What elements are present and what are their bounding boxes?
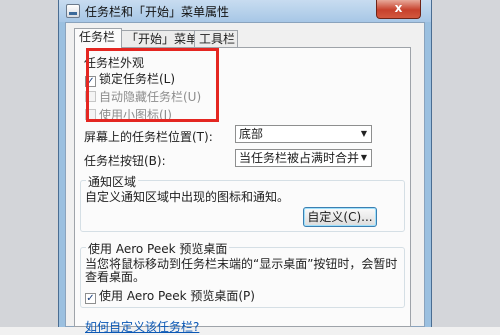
small-icons-label: 使用小图标(I) (99, 108, 172, 122)
tab-taskbar[interactable]: 任务栏 (74, 28, 122, 49)
customize-button[interactable]: 自定义(C)... (303, 207, 377, 227)
aero-peek-heading: 使用 Aero Peek 预览桌面 (86, 240, 230, 257)
aero-peek-group: 使用 Aero Peek 预览桌面 当您将鼠标移动到任务栏末端的“显示桌面”按钮… (80, 240, 405, 308)
aero-peek-description-line2: 查看桌面。 (85, 270, 146, 284)
lock-taskbar-label: 锁定任务栏(L) (99, 72, 176, 86)
notification-area-heading: 通知区域 (86, 173, 139, 190)
title-bar[interactable]: 任务栏和「开始」菜单属性 x (59, 0, 431, 22)
aero-peek-description-line1: 当您将鼠标移动到任务栏末端的“显示桌面”按钮时，会暂时 (85, 257, 398, 271)
aero-peek-label: 使用 Aero Peek 预览桌面(P) (99, 289, 255, 303)
taskbar-buttons-label: 任务栏按钮(B): (84, 154, 166, 168)
chevron-down-icon: ▼ (360, 129, 367, 138)
aero-peek-option[interactable]: ✓ 使用 Aero Peek 预览桌面(P) (85, 287, 255, 304)
taskbar-buttons-select[interactable]: 当任务栏被占满时合并 ▼ (235, 149, 372, 167)
auto-hide-checkbox (85, 91, 96, 102)
taskbar-buttons-value: 当任务栏被占满时合并 (239, 151, 360, 165)
auto-hide-option: 自动隐藏任务栏(U) (85, 88, 202, 104)
taskbar-position-select[interactable]: 底部 ▼ (235, 125, 372, 143)
chevron-down-icon: ▼ (360, 153, 367, 162)
notification-area-group: 通知区域 自定义通知区域中出现的图标和通知。 自定义(C)... (80, 173, 405, 232)
dialog-client-area: 任务栏 「开始」菜单 工具栏 任务栏外观 ✓ 锁定任务栏(L) 自动隐藏任务栏(U… (65, 22, 425, 334)
close-icon: x (394, 1, 403, 15)
taskbar-position-value: 底部 (239, 127, 264, 141)
small-icons-checkbox (85, 109, 96, 120)
window-title: 任务栏和「开始」菜单属性 (85, 5, 230, 19)
properties-dialog: 任务栏和「开始」菜单属性 x 任务栏 「开始」菜单 工具栏 任务栏外观 ✓ 锁定任… (58, 0, 432, 334)
background-right (432, 0, 500, 327)
tab-toolbars[interactable]: 工具栏 (194, 30, 238, 47)
auto-hide-label: 自动隐藏任务栏(U) (99, 90, 202, 104)
background-left (0, 0, 58, 327)
tab-start-menu[interactable]: 「开始」菜单 (121, 30, 198, 47)
taskbar-position-label: 屏幕上的任务栏位置(T): (84, 130, 213, 144)
small-icons-option: 使用小图标(I) (85, 106, 172, 122)
lock-taskbar-option[interactable]: ✓ 锁定任务栏(L) (85, 70, 176, 87)
lock-taskbar-checkbox[interactable]: ✓ (85, 76, 96, 87)
aero-peek-checkbox[interactable]: ✓ (85, 293, 96, 304)
notification-description: 自定义通知区域中出现的图标和通知。 (85, 190, 290, 204)
appearance-heading: 任务栏外观 (84, 56, 145, 70)
taskbar-app-icon (66, 4, 80, 18)
taskbar-tab-panel: 任务栏外观 ✓ 锁定任务栏(L) 自动隐藏任务栏(U) 使用小图标(I) 屏幕上的… (74, 47, 411, 334)
close-button[interactable]: x (376, 0, 421, 19)
